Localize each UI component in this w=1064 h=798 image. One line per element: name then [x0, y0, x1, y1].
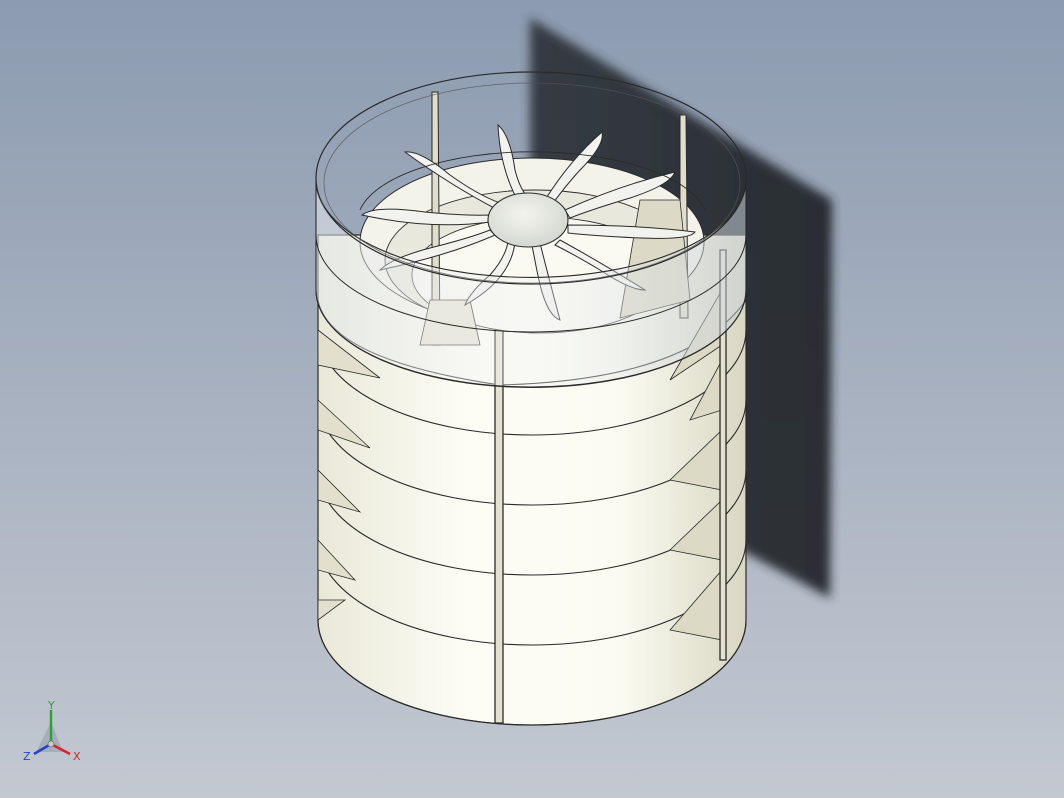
- view-orientation-triad[interactable]: Y X Z: [18, 700, 88, 770]
- triad-origin: [47, 740, 55, 748]
- x-axis-label: X: [73, 750, 81, 763]
- y-axis-label: Y: [47, 700, 55, 712]
- model-scene[interactable]: [0, 0, 1064, 798]
- z-axis-label: Z: [23, 750, 31, 763]
- fan-hub: [487, 192, 569, 248]
- graphics-viewport[interactable]: Y X Z: [0, 0, 1064, 798]
